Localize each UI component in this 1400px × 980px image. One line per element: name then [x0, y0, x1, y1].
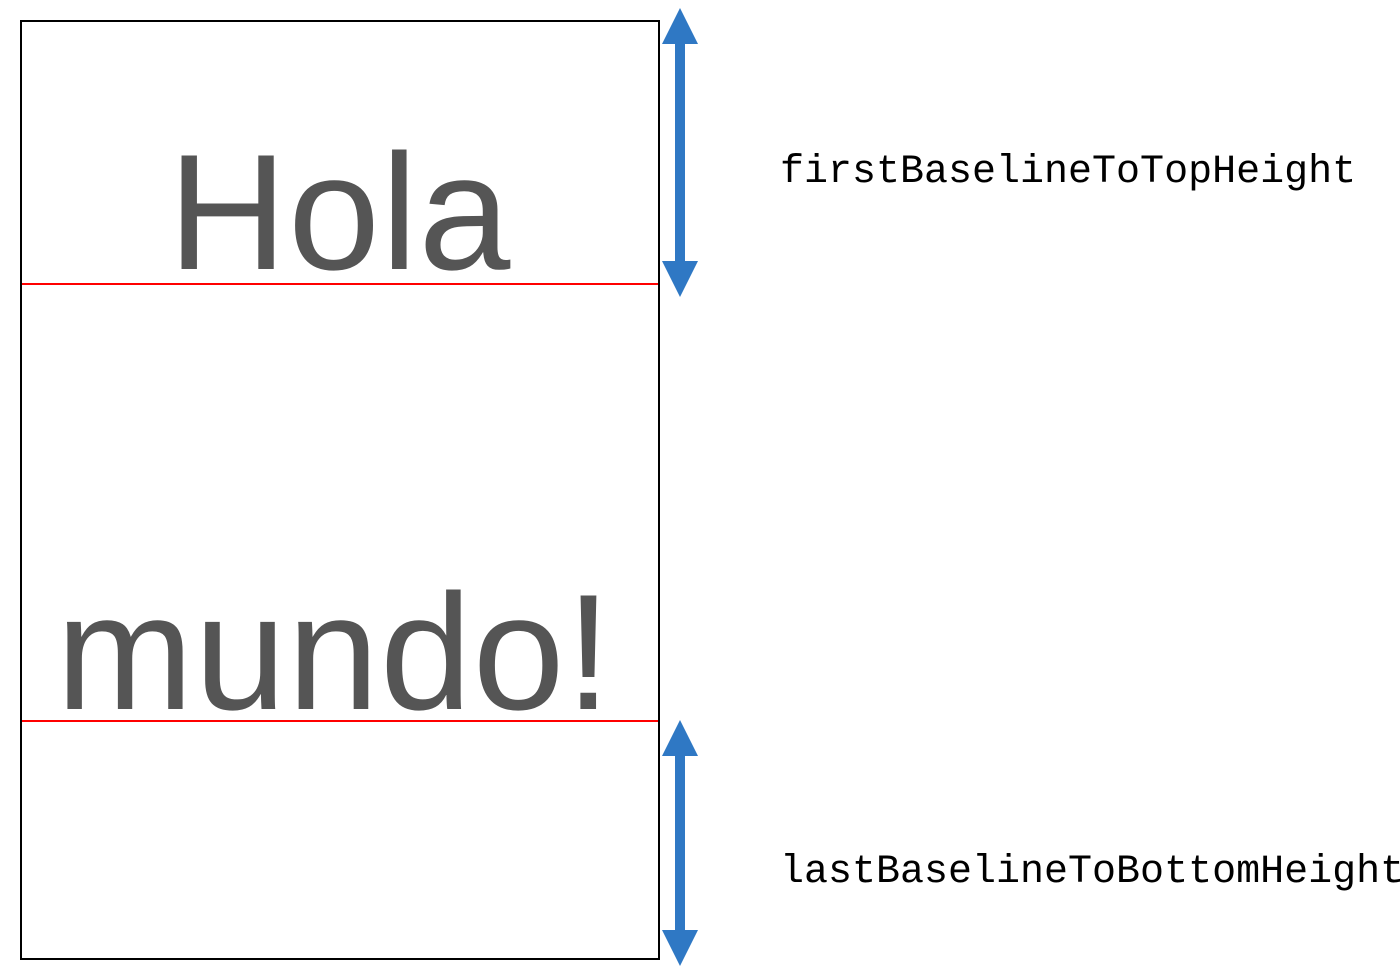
label-first-baseline-to-top: firstBaselineToTopHeight	[780, 150, 1356, 195]
diagram-stage: Hola mundo! firstBaselineToTopHeight las…	[0, 0, 1400, 980]
last-baseline-indicator	[22, 720, 658, 722]
first-baseline-indicator	[22, 283, 658, 285]
label-last-baseline-to-bottom: lastBaselineToBottomHeight	[780, 850, 1400, 895]
arrow-last-baseline-to-bottom	[640, 718, 720, 968]
sample-text-line-2: mundo!	[56, 570, 612, 735]
sample-text-line-1: Hola	[168, 130, 511, 295]
arrow-first-baseline-to-top	[640, 0, 720, 300]
